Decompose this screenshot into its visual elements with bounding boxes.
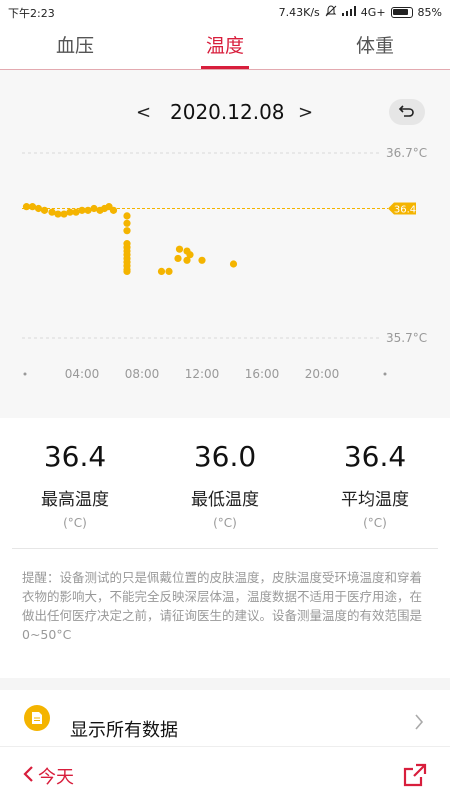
prev-date-button[interactable]: < bbox=[136, 102, 151, 123]
mute-icon bbox=[325, 5, 337, 20]
status-time: 下午2:23 bbox=[8, 7, 55, 20]
show-all-data-label: 显示所有数据 bbox=[70, 720, 178, 741]
data-point bbox=[157, 267, 166, 275]
stat-max: 36.4 最高温度 (°C) bbox=[0, 440, 150, 530]
data-point bbox=[123, 219, 131, 227]
temperature-chart: 36.7°C 35.7°C 36.4 04:00 08:00 12:00 16:00 20:0… bbox=[22, 146, 427, 380]
tab-blood-pressure[interactable]: 血压 bbox=[0, 24, 150, 69]
stat-max-unit: (°C) bbox=[63, 516, 87, 530]
stat-max-label: 最高温度 bbox=[41, 490, 109, 510]
data-point bbox=[174, 254, 182, 263]
date-navigator: < 2020.12.08 > bbox=[0, 100, 450, 130]
stats-panel: 36.4 最高温度 (°C) 36.0 最低温度 (°C) 36.4 平均温度 … bbox=[0, 418, 450, 678]
data-point bbox=[175, 245, 184, 253]
x-tick-label: 08:00 bbox=[125, 367, 160, 380]
document-icon bbox=[24, 705, 50, 731]
status-bar: 下午2:23 7.43K/s 4G+ 85% bbox=[0, 0, 450, 24]
x-tick-label: 12:00 bbox=[185, 367, 220, 380]
chart-card: < 2020.12.08 > 36.7°C 35.7°C 36.4 04:00 08:0… bbox=[0, 70, 450, 418]
x-tick-label: 16:00 bbox=[245, 367, 280, 380]
data-point bbox=[165, 267, 173, 275]
tab-bar: 血压 温度 体重 bbox=[0, 24, 450, 70]
data-point bbox=[186, 251, 194, 259]
stat-min-label: 最低温度 bbox=[191, 490, 259, 510]
x-axis-end-dot bbox=[383, 372, 387, 376]
data-point bbox=[198, 256, 206, 264]
data-point bbox=[229, 260, 238, 268]
undo-button[interactable] bbox=[389, 99, 425, 125]
share-icon bbox=[402, 763, 428, 792]
next-date-button[interactable]: > bbox=[298, 102, 313, 123]
network-speed: 7.43K/s bbox=[278, 6, 320, 19]
divider bbox=[12, 548, 438, 549]
stat-max-value: 36.4 bbox=[43, 440, 107, 473]
y-tick-label: 36.7°C bbox=[386, 146, 427, 160]
x-tick-label: 04:00 bbox=[65, 367, 100, 380]
network-type: 4G+ bbox=[360, 6, 386, 19]
battery-level: 85% bbox=[417, 6, 442, 19]
data-point bbox=[123, 267, 131, 275]
today-label: 今天 bbox=[38, 767, 74, 788]
reference-label: 36.4 bbox=[394, 205, 416, 216]
signal-icon bbox=[341, 6, 356, 19]
data-point bbox=[123, 227, 131, 235]
undo-icon bbox=[398, 103, 416, 122]
data-point bbox=[109, 206, 118, 214]
stat-min-unit: (°C) bbox=[213, 516, 237, 530]
y-tick-label: 35.7°C bbox=[386, 331, 427, 345]
stat-min-value: 36.0 bbox=[193, 440, 257, 473]
stat-avg-label: 平均温度 bbox=[341, 490, 409, 510]
share-button[interactable] bbox=[402, 762, 428, 792]
data-point bbox=[123, 212, 131, 220]
battery-icon bbox=[390, 7, 413, 18]
stat-avg: 36.4 平均温度 (°C) bbox=[300, 440, 450, 530]
disclaimer-text: 提醒：设备测试的只是佩戴位置的皮肤温度，皮肤温度受环境温度和穿着衣物的影响大，不… bbox=[22, 570, 423, 642]
tab-temperature[interactable]: 温度 bbox=[150, 24, 300, 69]
today-button[interactable]: 今天 bbox=[22, 763, 74, 789]
stat-avg-unit: (°C) bbox=[363, 516, 387, 530]
data-point bbox=[40, 206, 49, 214]
chevron-right-icon bbox=[414, 714, 424, 734]
show-all-data-row[interactable]: 显示所有数据 bbox=[0, 690, 450, 746]
current-date: 2020.12.08 bbox=[170, 100, 285, 124]
tab-weight[interactable]: 体重 bbox=[300, 24, 450, 69]
status-right: 7.43K/s 4G+ 85% bbox=[279, 5, 442, 20]
bottom-bar: 今天 bbox=[0, 746, 450, 800]
stat-min: 36.0 最低温度 (°C) bbox=[150, 440, 300, 530]
x-axis-start-dot bbox=[23, 372, 27, 376]
stat-avg-value: 36.4 bbox=[343, 440, 407, 473]
chevron-left-icon bbox=[22, 765, 34, 788]
x-tick-label: 20:00 bbox=[305, 367, 340, 380]
